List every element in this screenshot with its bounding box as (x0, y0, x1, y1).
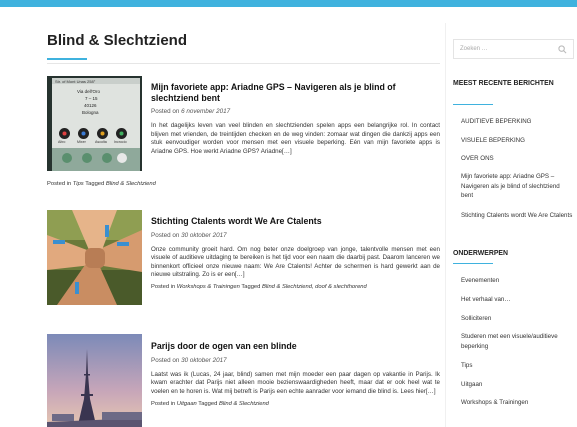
post-ariadne-gps: Str. of Mont Unas 258° Via dell'Oro 7 – … (47, 76, 440, 191)
topic-link[interactable]: Studeren met een visuele/auditieve beper… (461, 332, 573, 351)
post-date-link[interactable]: 6 november 2017 (181, 108, 230, 115)
posted-on-label: Posted on (151, 108, 180, 115)
phone-address-line: 40126 (84, 103, 97, 108)
search-icon[interactable] (558, 45, 567, 54)
post-title-link[interactable]: Mijn favoriete app: Ariadne GPS – Navige… (151, 82, 440, 103)
post-date-line: Posted on 6 november 2017 (151, 108, 440, 115)
post-body: Stichting Ctalents wordt We Are Ctalents… (151, 216, 440, 290)
post-date-link[interactable]: 30 oktober 2017 (181, 232, 227, 239)
posted-in-label: Posted in (151, 401, 176, 408)
tagged-label: Tagged (241, 283, 261, 290)
topic-link[interactable]: Het verhaal van… (461, 295, 573, 305)
recent-post-link[interactable]: Mijn favoriete app: Ariadne GPS – Navige… (461, 172, 573, 201)
recent-posts-underline (453, 104, 493, 105)
post-category-link[interactable]: Tips (73, 181, 84, 187)
phone-button-label: Ascolta (95, 140, 107, 144)
post-meta: Posted in Tips Tagged Blind & Slechtzien… (47, 181, 156, 187)
post-meta: Posted in Uitgaan Tagged Blind & Slechtz… (151, 401, 440, 407)
post-title-link[interactable]: Stichting Ctalents wordt We Are Ctalents (151, 216, 440, 227)
post-body: Parijs door de ogen van een blinde Poste… (151, 341, 440, 407)
post-category-link[interactable]: Uitgaan (177, 401, 197, 407)
topic-link[interactable]: Tips (461, 361, 573, 371)
recent-posts-heading: MEEST RECENTE BERICHTEN (453, 80, 554, 87)
topic-link[interactable]: Evenementen (461, 276, 573, 286)
post-tags-link[interactable]: Blind & Slechtziend, doof & slechthorend (262, 284, 367, 290)
post-ctalents: Stichting Ctalents wordt We Are Ctalents… (47, 210, 440, 310)
hands-together-image (47, 210, 142, 305)
title-divider (47, 63, 440, 64)
post-parijs: Parijs door de ogen van een blinde Poste… (47, 334, 440, 427)
post-excerpt: Laatst was ik (Lucas, 24 jaar, blind) sa… (151, 370, 440, 395)
post-body: Mijn favoriete app: Ariadne GPS – Navige… (151, 82, 440, 156)
phone-address-line: Bologna (82, 110, 99, 115)
post-thumbnail-phone[interactable]: Str. of Mont Unas 258° Via dell'Oro 7 – … (47, 76, 142, 171)
recent-post-link[interactable]: Stichting Ctalents wordt We Are Ctalents (461, 211, 573, 221)
post-category-link[interactable]: Workshops & Trainingen (177, 284, 240, 290)
post-excerpt: Onze community groeit hard. Om nog beter… (151, 245, 440, 279)
phone-button-label: Incrocio (114, 140, 127, 144)
tagged-label: Tagged (85, 181, 105, 187)
post-date-line: Posted on 30 oktober 2017 (151, 357, 440, 364)
posted-in-label: Posted in (151, 283, 176, 290)
search-field[interactable]: Zoeken … (453, 39, 574, 59)
sidebar: Zoeken … MEEST RECENTE BERICHTEN AUDITIE… (445, 23, 577, 427)
topic-link[interactable]: Uitgaan (461, 380, 573, 390)
page: Blind & Slechtziend Str. of Mont Unas 25… (0, 7, 577, 427)
post-meta: Posted in Workshops & Trainingen Tagged … (151, 284, 440, 290)
tagged-label: Tagged (198, 401, 218, 408)
topic-link[interactable]: Solliciteren (461, 314, 573, 324)
topics-underline (453, 263, 493, 264)
phone-address-line: Via dell'Oro (77, 89, 101, 94)
post-thumbnail-hands[interactable] (47, 210, 142, 305)
recent-post-link[interactable]: OVER ONS (461, 154, 573, 164)
post-excerpt: In het dagelijks leven van veel blinden … (151, 122, 440, 155)
eiffel-tower-image (47, 334, 142, 427)
post-thumbnail-paris[interactable] (47, 334, 142, 427)
phone-status-text: Str. of Mont Unas 258° (55, 79, 96, 84)
post-date-link[interactable]: 30 oktober 2017 (181, 357, 227, 364)
search-input[interactable]: Zoeken … (460, 46, 488, 52)
post-title-link[interactable]: Parijs door de ogen van een blinde (151, 341, 440, 352)
title-underline (47, 58, 87, 60)
post-date-line: Posted on 30 oktober 2017 (151, 232, 440, 239)
page-title: Blind & Slechtziend (47, 32, 188, 49)
recent-post-link[interactable]: AUDITIEVE BEPERKING (461, 117, 573, 127)
recent-post-link[interactable]: VISUELE BEPERKING (461, 136, 573, 146)
phone-button-label: Mixer (77, 140, 86, 144)
phone-button-label: Altro (58, 140, 66, 144)
posted-in-label: Posted in (47, 181, 72, 187)
posted-on-label: Posted on (151, 231, 180, 239)
posted-on-label: Posted on (151, 356, 180, 364)
post-tags-link[interactable]: Blind & Slechtziend (219, 401, 269, 407)
topic-link[interactable]: Workshops & Trainingen (461, 398, 573, 408)
topics-heading: ONDERWERPEN (453, 250, 509, 257)
post-tags-link[interactable]: Blind & Slechtziend (106, 181, 156, 187)
phone-address-line: 7 – 15 (85, 96, 98, 101)
